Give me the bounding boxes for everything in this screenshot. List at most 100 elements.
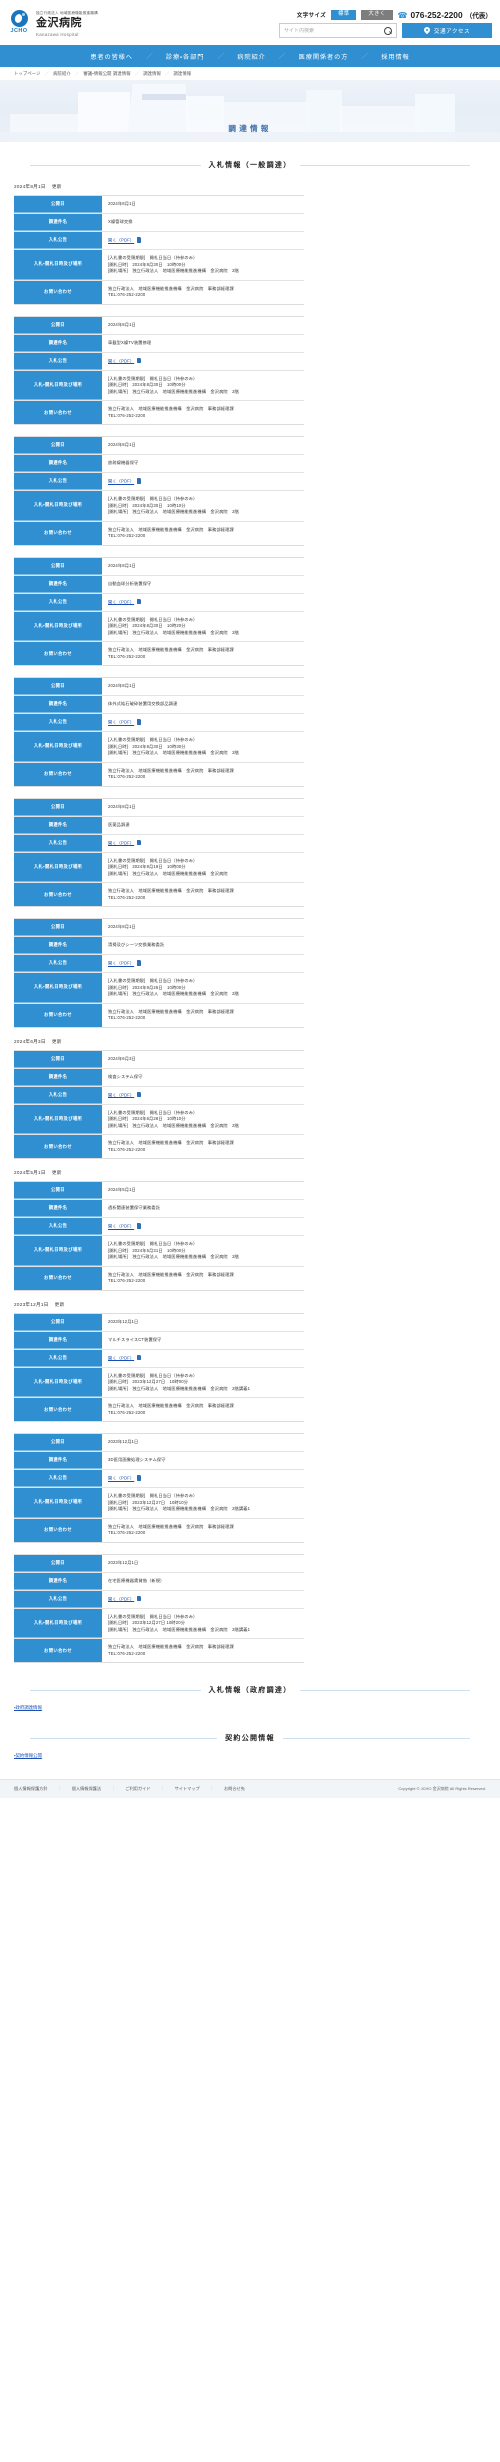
table-row: 入札・開札日時及び場所 [入札書の受領期限] 開札日当日（持参のみ） [開札日時] … — [14, 370, 304, 401]
footer-link-usage-guide[interactable]: ご利用ガイド — [125, 1786, 150, 1792]
row-label-bid-notice: 入札公告 — [14, 1086, 102, 1104]
jcho-emblem-icon — [10, 10, 28, 28]
row-label-bid-schedule: 入札・開札日時及び場所 — [14, 1367, 102, 1397]
bid-notice-pdf-link[interactable]: 開く（PDF） — [108, 961, 134, 966]
bid-notice-pdf-link[interactable]: 開く（PDF） — [108, 599, 134, 604]
table-row: 調達件名 X線管球交換 — [14, 214, 304, 232]
publish-date-cell: 2024年8月1日 — [102, 437, 304, 454]
bid-notice-cell: 開く（PDF） — [102, 1087, 304, 1104]
section-title-general-bidding: 入札情報（一般調達） — [30, 160, 470, 170]
pdf-file-icon — [136, 357, 142, 363]
row-label-procurement-name: 調達件名 — [14, 575, 102, 593]
footer-link-contact[interactable]: お問合せ先 — [224, 1786, 245, 1792]
table-row: 調達件名 検査システム保守 — [14, 1068, 304, 1087]
table-row: 入札・開札日時及び場所 [入札書の受領期限] 開札日当日（持参のみ） [開札日時] … — [14, 1367, 304, 1398]
government-procurement-link[interactable]: ・政府調達情報 — [14, 1705, 42, 1710]
table-row: お問い合わせ 独立行政法人 地域医療機能推進機構 金沢病院 事務部経理課 TEL:0… — [14, 642, 304, 665]
bid-notice-cell: 開く（PDF） — [102, 714, 304, 731]
footer-link-privacy-law[interactable]: 個人情報保護法 — [72, 1786, 101, 1792]
table-row: 調達件名 自動血球分析装置保守 — [14, 575, 304, 594]
publish-date-value: 2024年5月1日 — [108, 1187, 136, 1193]
procurement-card: 公開日 2024年8月1日 調達件名 放射線機器保守 入札公告 開く（PDF） 入札・開札日… — [14, 436, 304, 546]
table-row: 入札・開札日時及び場所 [入札書の受領期限] 開札日当日（持参のみ） [開札日時] … — [14, 732, 304, 763]
site-search[interactable] — [279, 23, 397, 39]
footer-link-privacy-policy[interactable]: 個人情報保護方針 — [14, 1786, 48, 1792]
nav-item-patients[interactable]: 患者の皆様へ — [77, 52, 146, 61]
publish-date-cell: 2024年8月1日 — [102, 317, 304, 334]
bid-notice-pdf-link[interactable]: 開く（PDF） — [108, 1596, 134, 1601]
footer-separator: ｜ — [111, 1786, 116, 1791]
search-icon[interactable] — [384, 26, 392, 35]
nav-item-medical-professionals[interactable]: 医療関係者の方 — [286, 52, 362, 61]
bid-place-line: [開札場所] 独立行政法人 地域医療機能推進機構 金沢病院 2階 — [108, 991, 239, 996]
bid-schedule-cell: [入札書の受領期限] 開札日当日（持参のみ） [開札日時] 2023年12月27日… — [102, 1488, 304, 1518]
procurement-card: 公開日 2024年8月1日 調達件名 X線管球交換 入札公告 開く（PDF） 入札・開札日時… — [14, 195, 304, 305]
bid-place-line: [開札場所] 独立行政法人 地域医療機能推進機構 金沢病院 2階 — [108, 750, 239, 755]
access-button[interactable]: 交通アクセス — [402, 23, 492, 39]
table-row: 公開日 2024年8月1日 — [14, 316, 304, 335]
table-row: 調達件名 車載型X線TV装置修理 — [14, 334, 304, 353]
publish-date-cell: 2024年8月1日 — [102, 678, 304, 695]
main-navigation[interactable]: 患者の皆様へ ／ 診療・各部門 ／ 病院紹介 ／ 医療関係者の方 ／ 採用情報 — [0, 45, 500, 67]
footer-link-sitemap[interactable]: サイトマップ — [175, 1786, 200, 1792]
government-procurement-link-row: ・政府調達情報 — [14, 1705, 500, 1711]
bid-notice-pdf-link[interactable]: 開く（PDF） — [108, 479, 134, 484]
breadcrumb-item-procurement[interactable]: 調達情報 — [143, 71, 161, 77]
group-update-label: 更新 — [51, 184, 62, 189]
nav-item-departments[interactable]: 診療・各部門 — [153, 52, 217, 61]
bid-schedule-block: [入札書の受領期限] 開札日当日（持参のみ） [開札日時] 2023年12月27日… — [108, 1614, 298, 1634]
publish-date-cell: 2024年8月1日 — [102, 799, 304, 816]
contact-block: 独立行政法人 地域医療機能推進機構 金沢病院 事務部経理課 TEL:076-252… — [108, 527, 298, 540]
bid-notice-pdf-link[interactable]: 開く（PDF） — [108, 720, 134, 725]
breadcrumb-item-disclosure[interactable]: 審議・情報公開 調達情報 — [83, 71, 130, 77]
breadcrumb-separator: ／ — [44, 70, 50, 76]
bid-notice-pdf-link[interactable]: 開く（PDF） — [108, 238, 134, 243]
row-label-contact: お問い合わせ — [14, 1135, 102, 1158]
site-logo[interactable]: JCHO 独立行政法人 地域医療機能推進機構 金沢病院 Kanazawa Hos… — [6, 8, 98, 37]
bid-notice-pdf-link[interactable]: 開く（PDF） — [108, 1355, 134, 1360]
font-size-large-button[interactable]: 大きく — [361, 9, 393, 21]
jcho-logo-mark: JCHO — [6, 8, 32, 34]
phone-number[interactable]: ☎ 076-252-2200 （代表） — [398, 10, 493, 20]
contact-tel-line: TEL:076-252-2200 — [108, 292, 146, 297]
breadcrumb-item-top[interactable]: トップページ — [14, 71, 41, 77]
bid-schedule-cell: [入札書の受領期限] 開札日当日（持参のみ） [開札日時] 2024年8月30日 … — [102, 732, 304, 762]
contact-tel-line: TEL:076-252-2200 — [108, 1146, 146, 1152]
bid-notice-cell: 開く（PDF） — [102, 594, 304, 611]
bid-notice-cell: 開く（PDF） — [102, 1218, 304, 1235]
bid-notice-pdf-link[interactable]: 開く（PDF） — [108, 1092, 134, 1097]
nav-item-hospital-info[interactable]: 病院紹介 — [224, 52, 278, 61]
breadcrumb-item-hospital[interactable]: 病院紹介 — [53, 71, 71, 77]
nav-item-recruitment[interactable]: 採用情報 — [368, 52, 422, 61]
contact-tel-line: TEL:076-252-2200 — [108, 1278, 146, 1283]
procurement-name-cell: マルチスライスCT装置保守 — [102, 1332, 304, 1349]
row-label-publish-date: 公開日 — [14, 557, 102, 575]
bid-place-line: [開札場所] 独立行政法人 地域医療機能推進機構 金沢病院 2階 — [108, 268, 239, 273]
bid-schedule-cell: [入札書の受領期限] 開札日当日（持参のみ） [開札日時] 2024年8月30日 … — [102, 612, 304, 642]
bid-notice-link-wrap: 開く（PDF） — [108, 1091, 298, 1099]
bid-notice-pdf-link[interactable]: 開く（PDF） — [108, 840, 134, 845]
bid-schedule-cell: [入札書の受領期限] 開札日当日（持参のみ） [開札日時] 2024年8月30日 … — [102, 250, 304, 280]
group-date: 2024年8月1日 — [14, 184, 46, 189]
row-label-contact: お問い合わせ — [14, 1398, 102, 1421]
procurement-name-cell: 透析関連装置保守業務委託 — [102, 1200, 304, 1217]
publish-date-value: 2023年12月1日 — [108, 1559, 139, 1565]
bid-notice-pdf-link[interactable]: 開く（PDF） — [108, 358, 134, 363]
site-header: JCHO 独立行政法人 地域医療機能推進機構 金沢病院 Kanazawa Hos… — [0, 0, 500, 45]
contact-block: 独立行政法人 地域医療機能推進機構 金沢病院 事務部経理課 TEL:076-252… — [108, 406, 298, 419]
row-label-bid-notice: 入札公告 — [14, 955, 102, 972]
font-size-standard-button[interactable]: 標準 — [331, 9, 357, 21]
search-input[interactable] — [284, 27, 382, 34]
bid-notice-pdf-link[interactable]: 開く（PDF） — [108, 1476, 134, 1481]
bid-notice-pdf-link[interactable]: 開く（PDF） — [108, 1224, 134, 1229]
row-label-bid-schedule: 入札・開札日時及び場所 — [14, 611, 102, 641]
bid-notice-link-wrap: 開く（PDF） — [108, 1354, 298, 1362]
row-label-bid-schedule: 入札・開札日時及び場所 — [14, 1608, 102, 1638]
contact-tel-line: TEL:076-252-2200 — [108, 1015, 146, 1020]
row-label-procurement-name: 調達件名 — [14, 937, 102, 954]
contract-disclosure-link[interactable]: ・契約情報公開 — [14, 1753, 42, 1758]
row-label-bid-notice: 入札公告 — [14, 352, 102, 370]
row-label-publish-date: 公開日 — [14, 1313, 102, 1331]
contact-block: 独立行政法人 地域医療機能推進機構 金沢病院 事務部経理課 TEL:076-252… — [108, 286, 298, 299]
procurement-card: 公開日 2024年8月1日 調達件名 医薬品調達 入札公告 開く（PDF） 入札・開札日時及… — [14, 797, 304, 907]
